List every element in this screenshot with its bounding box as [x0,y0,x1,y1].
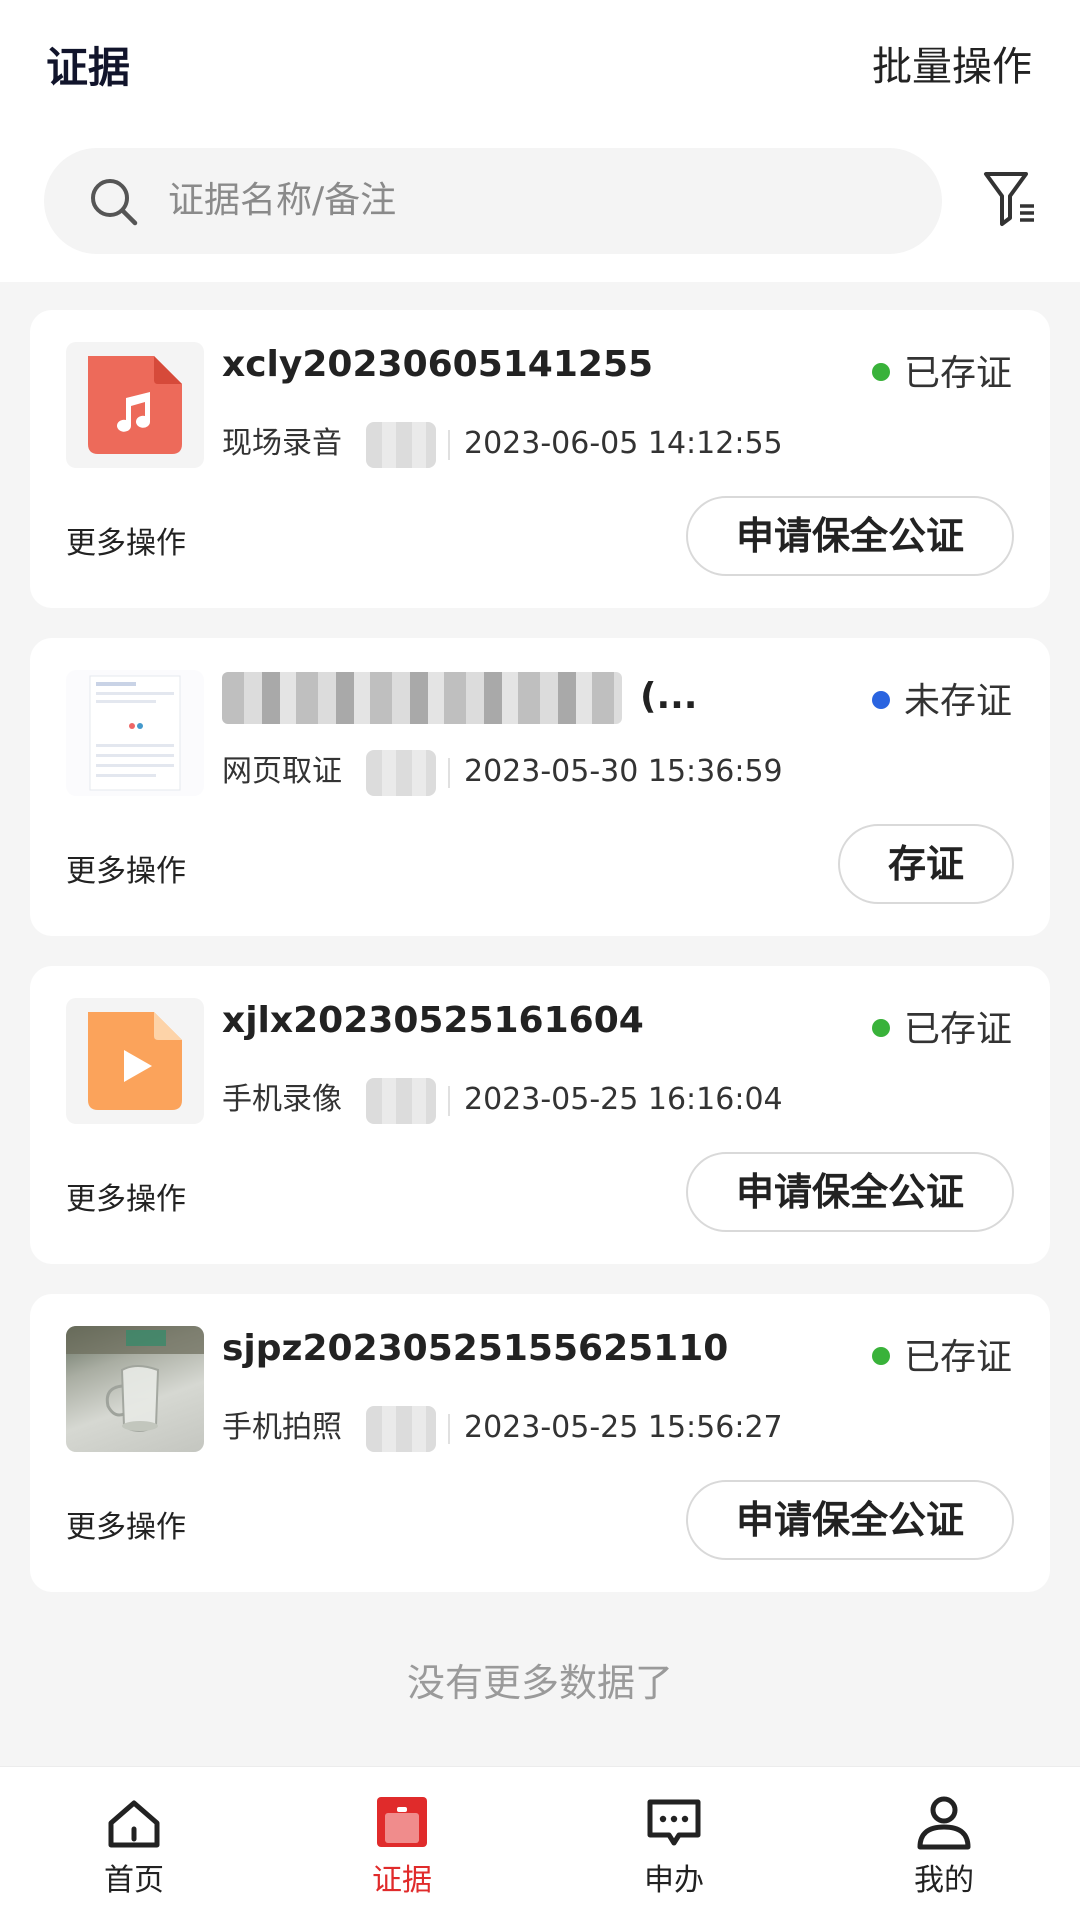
top-bar: 证据 批量操作 [0,0,1080,282]
evidence-name: (... [222,672,697,724]
evidence-card[interactable]: sjpz20230525155625110 已存证 手机拍照 2023-05-25… [30,1294,1050,1592]
tab-home[interactable]: 首页 [54,1793,214,1899]
evidence-type: 手机录像 [222,1082,342,1117]
evidence-datetime: 2023-05-30 15:36:59 [464,754,783,789]
evidence-card[interactable]: xcly20230605141255 已存证 现场录音 2023-06-05 14… [30,310,1050,608]
tab-apply[interactable]: 申办 [594,1793,754,1899]
user-icon [864,1793,1024,1851]
search-icon [88,176,140,232]
no-more-data-text: 没有更多数据了 [406,1661,673,1705]
tab-label: 申办 [644,1863,704,1898]
more-actions-link[interactable]: 更多操作 [66,846,186,890]
status-text: 未存证 [903,681,1012,722]
batch-operation-button[interactable]: 批量操作 [872,34,1032,92]
tab-label: 我的 [914,1863,974,1898]
evidence-name: xcly20230605141255 [222,344,654,385]
apply-notarization-button[interactable]: 申请保全公证 [685,1480,1014,1560]
evidence-type: 现场录音 [222,426,342,461]
evidence-type: 网页取证 [222,754,342,789]
divider [448,1085,450,1116]
divider [448,429,450,460]
evidence-name: sjpz20230525155625110 [222,1328,729,1369]
bottom-tab-bar: 首页 证据 申办 我的 [0,1766,1080,1920]
more-actions-link[interactable]: 更多操作 [66,1174,186,1218]
apply-notarization-button[interactable]: 申请保全公证 [685,496,1014,576]
apply-notarization-button[interactable]: 申请保全公证 [685,1152,1014,1232]
redacted-name [222,672,622,724]
more-actions-link[interactable]: 更多操作 [66,1502,186,1546]
evidence-datetime: 2023-06-05 14:12:55 [464,426,783,461]
home-icon [54,1793,214,1851]
redacted-text [366,1077,436,1124]
evidence-datetime: 2023-05-25 15:56:27 [464,1410,783,1445]
webpage-screenshot-thumbnail [66,670,204,796]
tab-evidence[interactable]: 证据 [322,1793,482,1899]
status-badge: 已存证 [871,344,1012,396]
redacted-text [366,421,436,468]
evidence-datetime: 2023-05-25 16:16:04 [464,1082,783,1117]
evidence-meta: 网页取证 2023-05-30 15:36:59 [222,746,783,796]
message-icon [594,1793,754,1851]
status-badge: 已存证 [871,1328,1012,1380]
more-actions-link[interactable]: 更多操作 [66,518,186,562]
evidence-icon [322,1793,482,1851]
search-input[interactable] [168,170,888,230]
audio-file-icon [66,342,204,468]
status-badge: 已存证 [871,1000,1012,1052]
tab-label: 证据 [372,1863,432,1898]
status-dot [871,1347,890,1365]
search-bar[interactable] [44,148,942,254]
tab-label: 首页 [104,1863,164,1898]
status-text: 已存证 [903,1009,1012,1050]
redacted-text [366,749,436,796]
status-dot [871,363,890,381]
evidence-card[interactable]: (... 未存证 网页取证 2023-05-30 15:36:59 更多操作 存证 [30,638,1050,936]
evidence-card[interactable]: xjlx20230525161604 已存证 手机录像 2023-05-25 16… [30,966,1050,1264]
divider [448,1413,450,1444]
evidence-meta: 现场录音 2023-06-05 14:12:55 [222,418,783,468]
evidence-type: 手机拍照 [222,1410,342,1445]
evidence-meta: 手机录像 2023-05-25 16:16:04 [222,1074,783,1124]
status-dot [871,691,890,709]
status-badge: 未存证 [871,672,1012,724]
page-title: 证据 [46,43,131,92]
tab-mine[interactable]: 我的 [864,1793,1024,1899]
status-dot [871,1019,890,1037]
redacted-text [366,1405,436,1452]
filter-icon[interactable] [982,168,1038,232]
deposit-evidence-button[interactable]: 存证 [837,824,1014,904]
status-text: 已存证 [903,1337,1012,1378]
evidence-meta: 手机拍照 2023-05-25 15:56:27 [222,1402,783,1452]
photo-thumbnail [66,1326,204,1452]
evidence-name: xjlx20230525161604 [222,1000,644,1041]
video-file-icon [66,998,204,1124]
divider [448,757,450,788]
status-text: 已存证 [903,353,1012,394]
